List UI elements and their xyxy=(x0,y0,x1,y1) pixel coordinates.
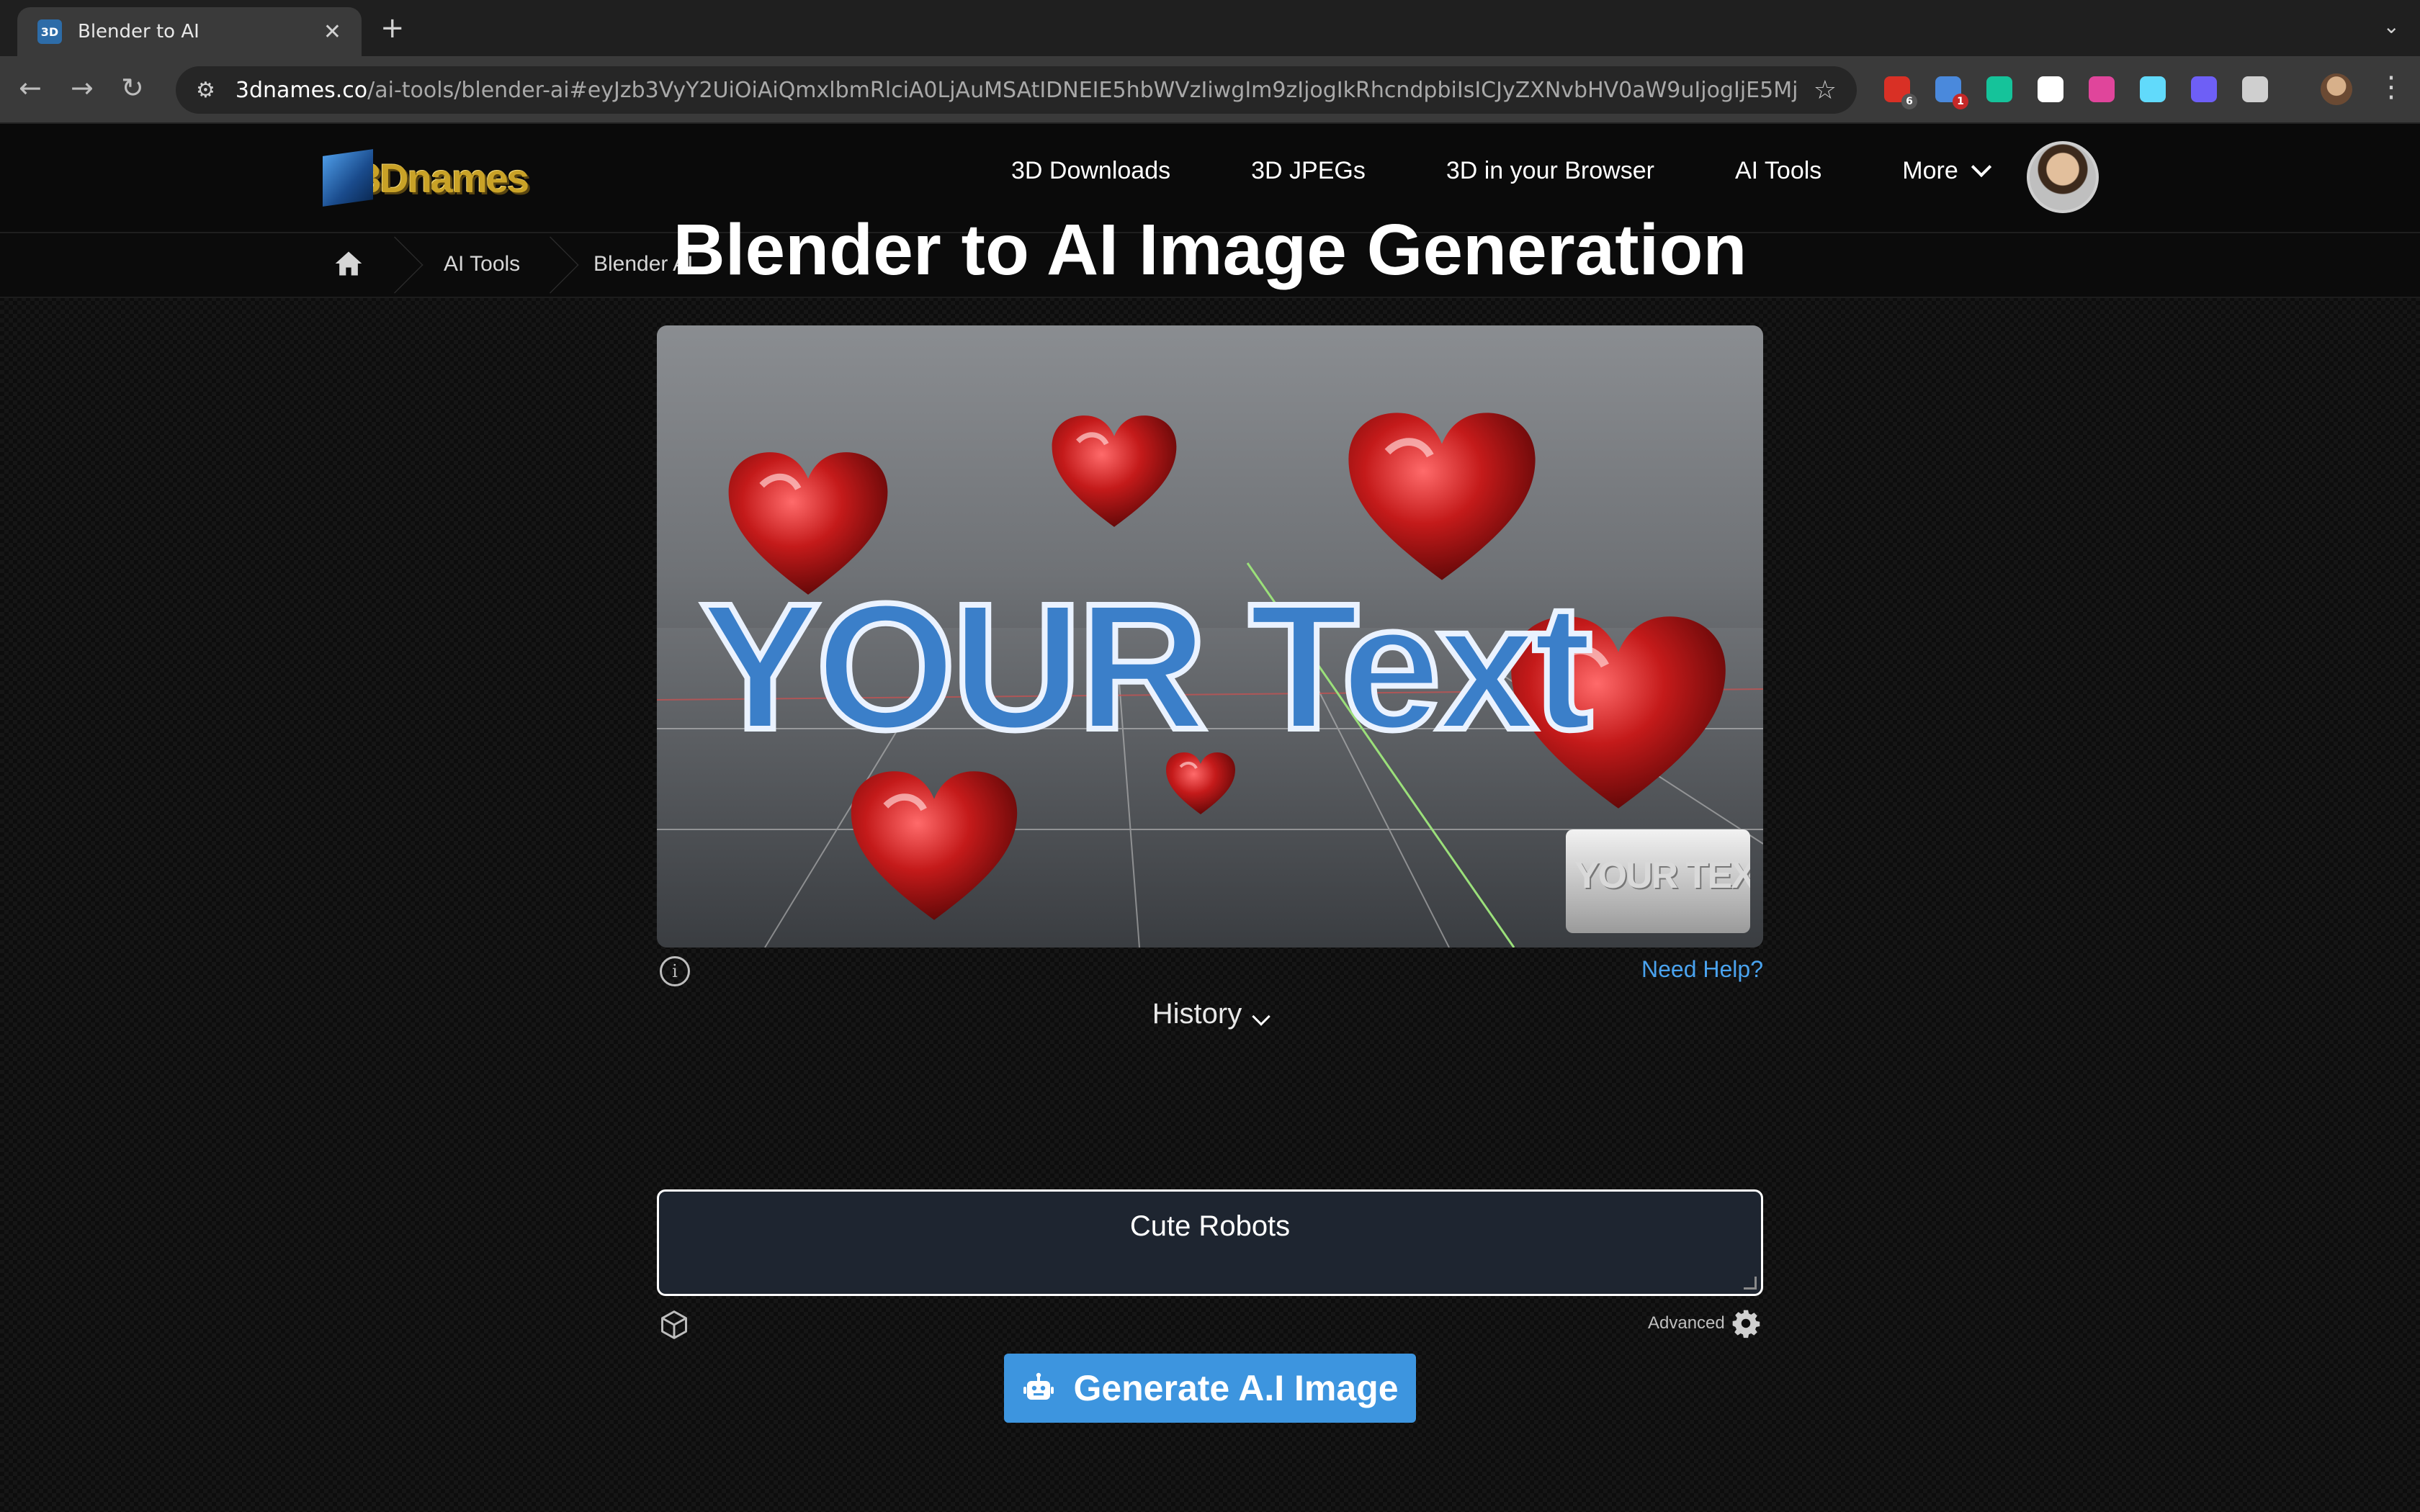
page-title: Blender to AI Image Generation xyxy=(673,210,1747,290)
chevron-down-icon xyxy=(1252,1007,1270,1026)
logo-text: 3Dnames xyxy=(359,155,529,201)
browser-menu-icon[interactable]: ⋮ xyxy=(2377,71,2406,104)
nav-more-label: More xyxy=(1902,157,1958,184)
generate-button-label: Generate A.I Image xyxy=(1073,1368,1399,1408)
advanced-label[interactable]: Advanced xyxy=(1648,1313,1725,1333)
address-bar[interactable]: ⚙ 3dnames.co /ai-tools/blender-ai#eyJzb3… xyxy=(176,66,1857,114)
logo-cube-icon xyxy=(323,149,373,207)
site-settings-icon[interactable]: ⚙ xyxy=(196,78,215,103)
browser-tab[interactable]: 3D Blender to AI ✕ xyxy=(17,7,362,56)
browser-tab-strip: 3D Blender to AI ✕ + ⌄ xyxy=(0,0,2420,56)
need-help-link[interactable]: Need Help? xyxy=(1641,956,1763,983)
nav-3d-downloads[interactable]: 3D Downloads xyxy=(1011,157,1170,185)
render-thumbnail[interactable]: YOUR TEXT xyxy=(1566,829,1750,933)
generate-ai-image-button[interactable]: Generate A.I Image xyxy=(1004,1354,1416,1423)
d-ext-icon[interactable] xyxy=(2191,76,2217,102)
generated-image-preview: YOUR Text YOUR TEXT xyxy=(657,325,1763,948)
extension-badge: 1 xyxy=(1953,94,1968,109)
prompt-input[interactable]: Cute Robots xyxy=(657,1189,1763,1296)
circle-ext-icon[interactable] xyxy=(2038,76,2063,102)
nav-3d-jpegs[interactable]: 3D JPEGs xyxy=(1251,157,1366,185)
history-toggle[interactable]: History xyxy=(0,998,2420,1030)
robot-icon xyxy=(1023,1372,1054,1400)
info-icon[interactable]: i xyxy=(660,956,690,986)
grammarly-ext-icon[interactable] xyxy=(1986,76,2012,102)
tab-title: Blender to AI xyxy=(78,21,200,42)
thumbnail-text: YOUR TEXT xyxy=(1574,855,1750,896)
color-picker-ext-icon[interactable] xyxy=(2089,76,2115,102)
preview-3d-text: YOUR Text xyxy=(700,566,1591,767)
user-avatar[interactable] xyxy=(2027,141,2099,213)
extension-badge: 6 xyxy=(1901,94,1917,109)
url-domain: 3dnames.co xyxy=(235,77,368,103)
resize-handle[interactable] xyxy=(1744,1277,1757,1290)
site-favicon-icon: 3D xyxy=(37,19,62,44)
puzzle-ext-icon[interactable] xyxy=(2242,76,2268,102)
url-path: /ai-tools/blender-ai#eyJzb3VyY2UiOiAiQmx… xyxy=(367,77,1799,103)
shield-ext-icon[interactable]: 1 xyxy=(1935,76,1968,109)
gear-icon[interactable] xyxy=(1730,1308,1762,1339)
forward-arrow-icon[interactable]: → xyxy=(71,72,94,104)
browser-toolbar: ← → ↻ ⚙ 3dnames.co /ai-tools/blender-ai#… xyxy=(0,56,2420,124)
cube-icon[interactable] xyxy=(658,1309,690,1341)
site-logo[interactable]: 3Dnames xyxy=(323,145,529,210)
react-devtools-ext-icon[interactable] xyxy=(2140,76,2166,102)
tab-search-chevron-icon[interactable]: ⌄ xyxy=(2383,14,2400,38)
calendar-ext-icon[interactable]: 6 xyxy=(1884,76,1917,109)
main-nav: 3D Downloads 3D JPEGs 3D in your Browser… xyxy=(1011,156,1991,185)
prompt-value: Cute Robots xyxy=(1129,1210,1291,1242)
nav-more[interactable]: More xyxy=(1902,156,1991,185)
chevron-down-icon xyxy=(1971,156,1991,177)
reload-icon[interactable]: ↻ xyxy=(121,72,144,104)
history-label: History xyxy=(1152,998,1242,1030)
nav-3d-in-browser[interactable]: 3D in your Browser xyxy=(1446,157,1654,185)
new-tab-icon[interactable]: + xyxy=(380,12,405,45)
close-tab-icon[interactable]: ✕ xyxy=(323,19,341,45)
bookmark-star-icon[interactable]: ☆ xyxy=(1814,76,1837,105)
browser-profile-avatar[interactable] xyxy=(2321,73,2352,105)
nav-ai-tools[interactable]: AI Tools xyxy=(1735,157,1821,185)
back-arrow-icon[interactable]: ← xyxy=(19,72,42,104)
